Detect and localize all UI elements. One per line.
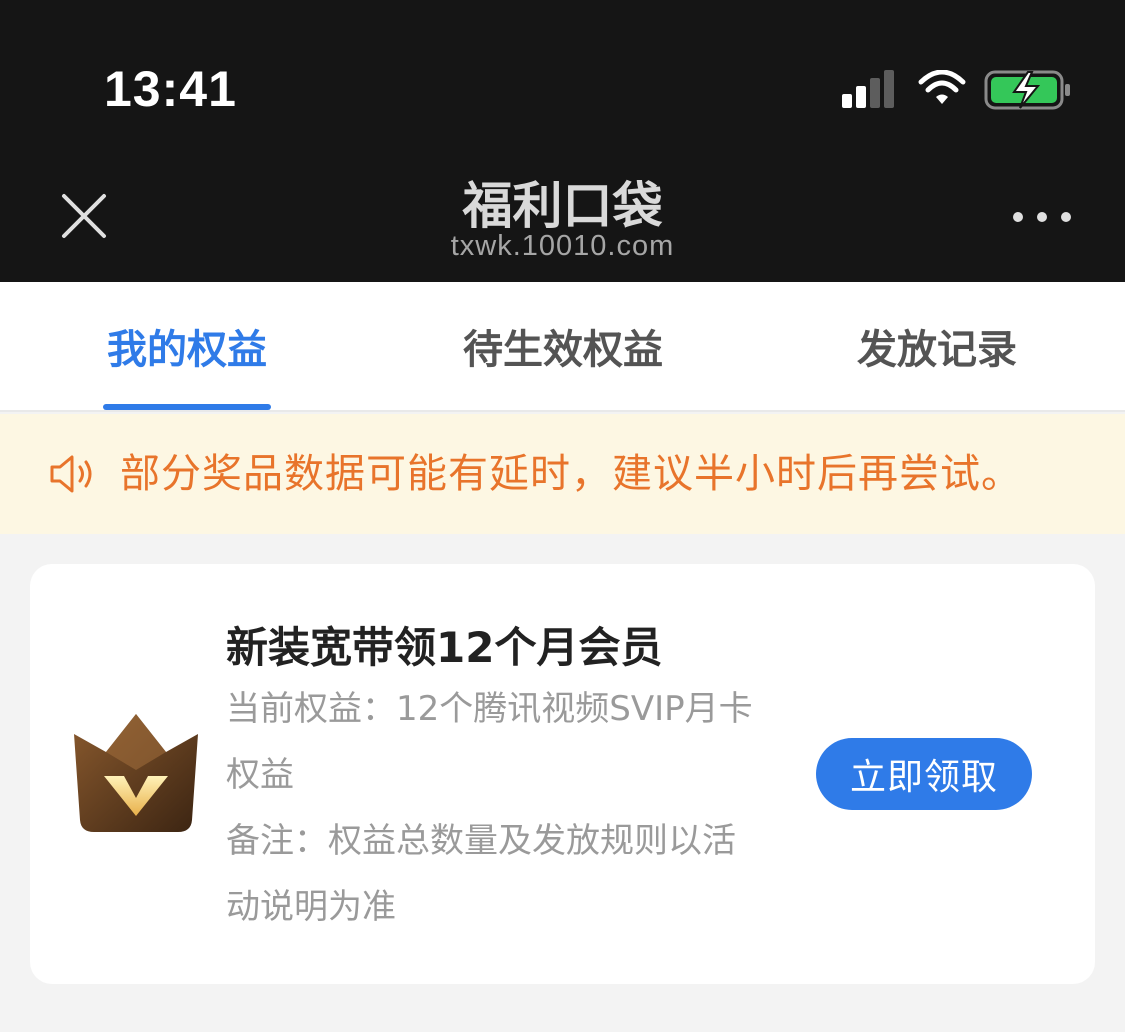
- tab-label: 待生效权益: [463, 327, 663, 373]
- tab-bar: 我的权益 待生效权益 发放记录: [0, 282, 1125, 412]
- benefit-title: 新装宽带领12个月会员: [226, 623, 663, 672]
- tab-pending-benefits[interactable]: 待生效权益: [418, 282, 708, 410]
- tab-my-benefits[interactable]: 我的权益: [60, 282, 314, 410]
- benefit-note: 备注：权益总数量及发放规则以活 动说明为准: [226, 808, 786, 940]
- benefit-note-line: 动说明为准: [226, 887, 396, 927]
- battery-charging-icon: [984, 70, 1070, 110]
- tab-label: 我的权益: [107, 327, 267, 373]
- benefit-note-line: 备注：权益总数量及发放规则以活: [226, 821, 736, 861]
- wifi-icon: [918, 70, 966, 104]
- tab-label: 发放记录: [857, 327, 1017, 373]
- active-tab-indicator: [103, 404, 271, 410]
- benefit-card: 新装宽带领12个月会员 当前权益：12个腾讯视频SVIP月卡 权益 备注：权益总…: [30, 564, 1095, 984]
- tencent-video-vip-logo: [74, 714, 198, 832]
- status-bar: 13:41: [0, 0, 1125, 150]
- notice-banner: 部分奖品数据可能有延时，建议半小时后再尝试。: [0, 414, 1125, 534]
- tab-issue-records[interactable]: 发放记录: [812, 282, 1062, 410]
- speaker-icon: [50, 455, 92, 493]
- nav-bar: 福利口袋 txwk.10010.com: [0, 150, 1125, 282]
- benefit-current-line: 权益: [226, 755, 294, 795]
- page-title: 福利口袋: [462, 177, 663, 235]
- benefit-current-line: 当前权益：12个腾讯视频SVIP月卡: [226, 689, 753, 729]
- notice-text: 部分奖品数据可能有延时，建议半小时后再尝试。: [120, 451, 1022, 497]
- cellular-signal-icon: [842, 70, 894, 108]
- page-url: txwk.10010.com: [450, 230, 675, 262]
- benefit-current: 当前权益：12个腾讯视频SVIP月卡 权益: [226, 676, 786, 808]
- claim-now-button[interactable]: 立即领取: [816, 738, 1032, 810]
- status-time: 13:41: [104, 61, 237, 117]
- more-icon[interactable]: [1010, 205, 1074, 229]
